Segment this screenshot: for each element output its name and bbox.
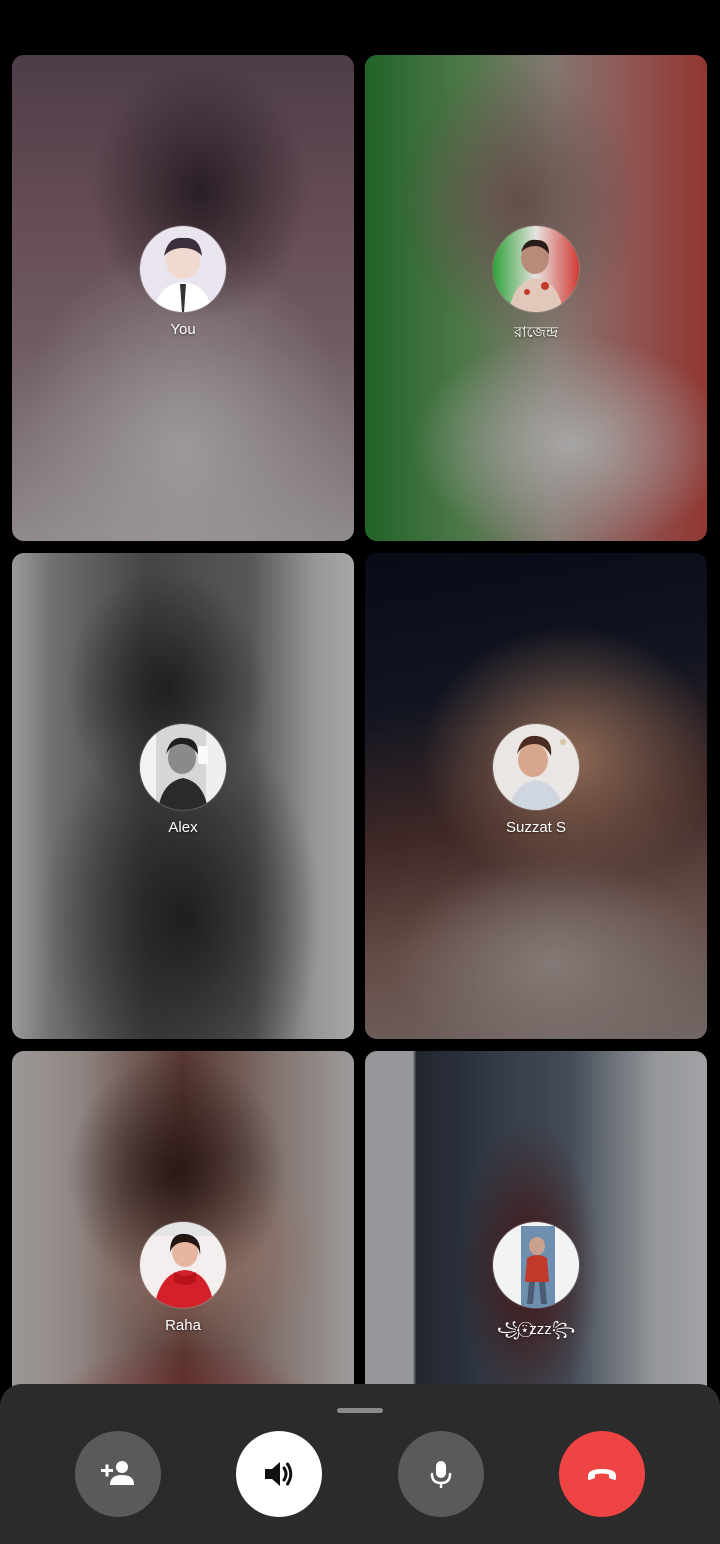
- avatar: [140, 724, 226, 810]
- speaker-button[interactable]: [236, 1431, 322, 1517]
- sheet-drag-handle[interactable]: [337, 1408, 383, 1413]
- speaker-icon: [265, 1462, 293, 1486]
- call-controls-sheet: [0, 1384, 720, 1544]
- participant-name: Alex: [168, 819, 198, 836]
- group-call-screen: You রাজেন্দ্র Alex Suzzat S Raha ꧁⍣⃝ᴢᴢᴢ꧂: [0, 0, 720, 1544]
- participant-name: ꧁⍣⃝ᴢᴢᴢ꧂: [496, 1321, 576, 1338]
- avatar: [493, 1222, 579, 1308]
- participant-name: Raha: [165, 1317, 201, 1334]
- participant-name: রাজেন্দ্র: [513, 324, 559, 341]
- end-call-icon: [588, 1469, 616, 1480]
- microphone-button[interactable]: [398, 1431, 484, 1517]
- avatar: [493, 724, 579, 810]
- add-participant-button[interactable]: [75, 1431, 161, 1517]
- participant-tile[interactable]: You: [12, 55, 354, 541]
- avatar: [140, 1222, 226, 1308]
- participant-tile[interactable]: Suzzat S: [365, 553, 707, 1039]
- avatar: [140, 226, 226, 312]
- participant-tile[interactable]: রাজেন্দ্র: [365, 55, 707, 541]
- participant-name: You: [170, 321, 196, 338]
- participant-name: Suzzat S: [505, 819, 567, 836]
- end-call-button[interactable]: [559, 1431, 645, 1517]
- avatar: [493, 226, 579, 312]
- add-person-icon: [101, 1461, 134, 1485]
- microphone-icon: [430, 1461, 452, 1488]
- participant-tile[interactable]: Alex: [12, 553, 354, 1039]
